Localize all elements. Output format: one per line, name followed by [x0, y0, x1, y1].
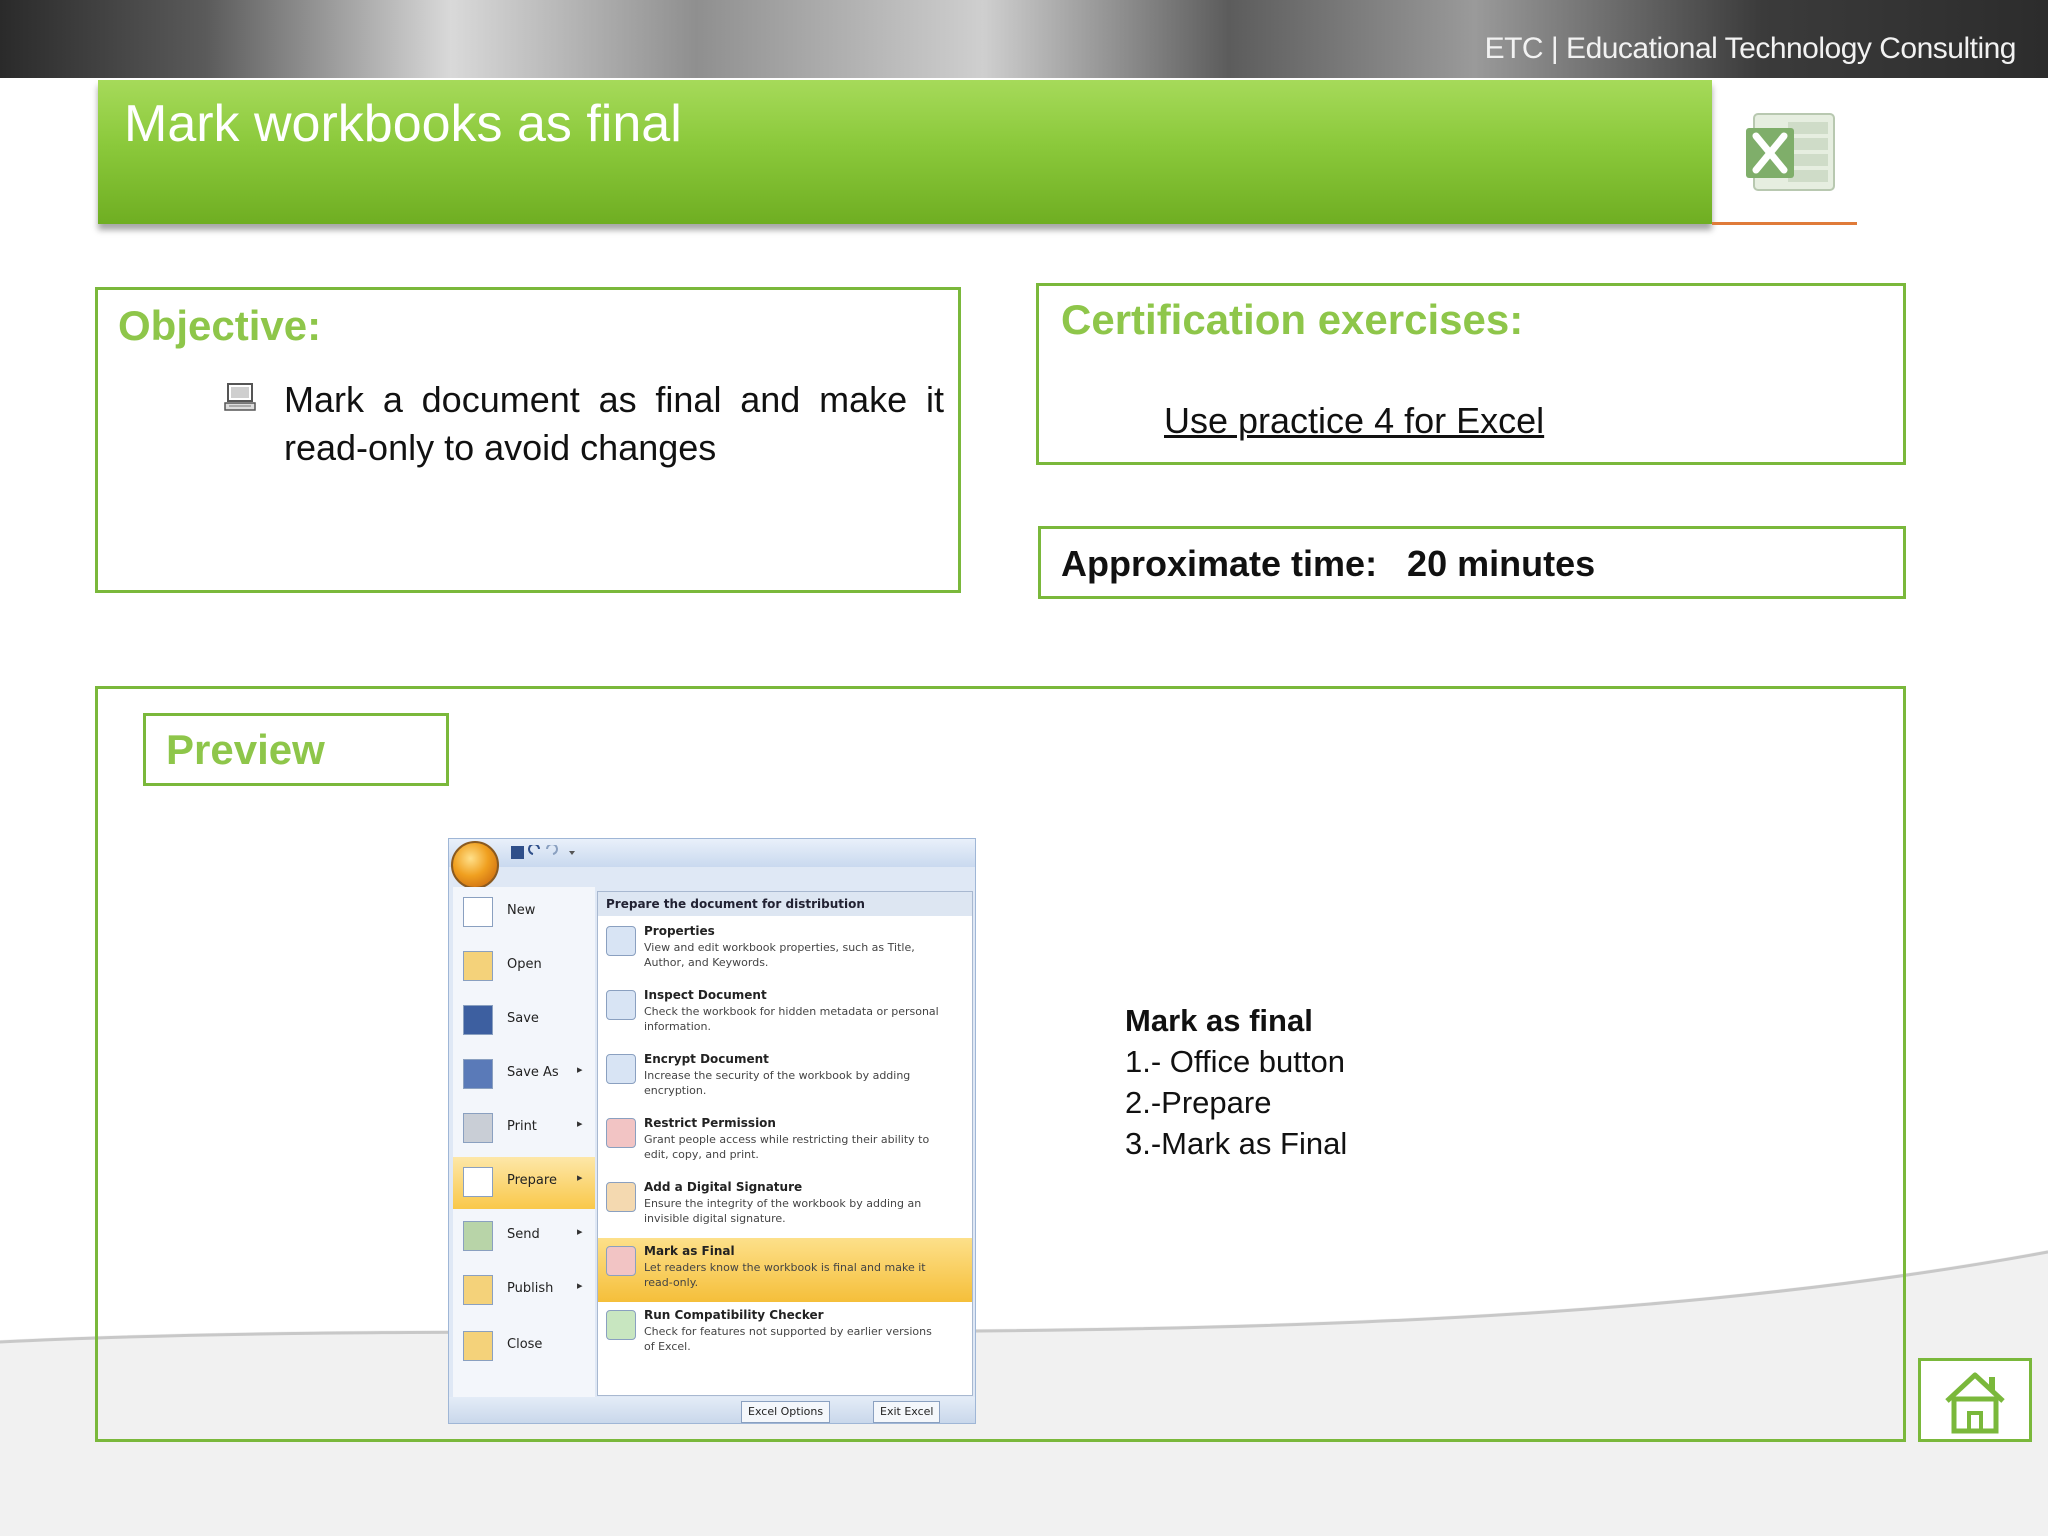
- publish-icon: [463, 1275, 493, 1305]
- steps-list: Mark as final 1.- Office button 2.-Prepa…: [1125, 1000, 1347, 1164]
- new-icon: [463, 897, 493, 927]
- menu-item-publish[interactable]: Publish ▸: [453, 1265, 595, 1317]
- submenu-item-title: Encrypt Document: [644, 1052, 769, 1066]
- submenu-item-title: Mark as Final: [644, 1244, 735, 1258]
- restrict-icon: [606, 1118, 636, 1148]
- menu-item-save-as[interactable]: Save As ▸: [453, 1049, 595, 1101]
- compatibility-icon: [606, 1310, 636, 1340]
- menu-label: Send: [507, 1227, 540, 1242]
- submenu-item-restrict[interactable]: Restrict Permission Grant people access …: [598, 1110, 972, 1174]
- office-button[interactable]: [451, 841, 499, 889]
- submenu-item-title: Run Compatibility Checker: [644, 1308, 824, 1322]
- menu-item-open[interactable]: Open: [453, 941, 595, 993]
- time-panel: Approximate time: 20 minutes: [1038, 526, 1906, 599]
- submenu-item-encrypt[interactable]: Encrypt Document Increase the security o…: [598, 1046, 972, 1110]
- inspect-icon: [606, 990, 636, 1020]
- submenu-item-desc: Check for features not supported by earl…: [644, 1325, 932, 1353]
- approximate-time: Approximate time: 20 minutes: [1061, 543, 1596, 584]
- submenu-item-desc: Grant people access while restricting th…: [644, 1133, 930, 1161]
- quick-access-toolbar: [449, 839, 975, 867]
- certification-panel: Certification exercises: Use practice 4 …: [1036, 283, 1906, 465]
- close-icon: [463, 1331, 493, 1361]
- title-banner: Mark workbooks as final: [98, 80, 1712, 224]
- submenu-item-desc: View and edit workbook properties, such …: [644, 941, 915, 969]
- menu-item-new[interactable]: New: [453, 887, 595, 939]
- menu-item-send[interactable]: Send ▸: [453, 1211, 595, 1263]
- signature-icon: [606, 1182, 636, 1212]
- submenu-arrow: ▸: [577, 1225, 583, 1238]
- open-icon: [463, 951, 493, 981]
- preview-heading: Preview: [166, 726, 325, 773]
- excel-options-button[interactable]: Excel Options: [741, 1401, 831, 1423]
- submenu-item-desc: Ensure the integrity of the workbook by …: [644, 1197, 922, 1225]
- menu-item-prepare[interactable]: Prepare ▸: [453, 1157, 595, 1209]
- submenu-arrow: ▸: [577, 1117, 583, 1130]
- step-item: 3.-Mark as Final: [1125, 1126, 1348, 1161]
- accent-line: [1712, 222, 1857, 225]
- submenu-item-desc: Let readers know the workbook is final a…: [644, 1261, 926, 1289]
- send-icon: [463, 1221, 493, 1251]
- objective-heading: Objective:: [118, 302, 322, 349]
- submenu-item-mark-as-final[interactable]: Mark as Final Let readers know the workb…: [598, 1238, 972, 1302]
- menu-item-close[interactable]: Close: [453, 1321, 595, 1373]
- encrypt-icon: [606, 1054, 636, 1084]
- office-menu-footer: Excel Options Exit Excel: [449, 1397, 975, 1423]
- menu-label: Open: [507, 957, 542, 972]
- quick-access-icons: [511, 845, 575, 859]
- preview-panel: Preview: [95, 686, 1906, 1442]
- practice-link[interactable]: Use practice 4 for Excel: [1164, 400, 1544, 442]
- home-button[interactable]: [1918, 1358, 2032, 1442]
- preview-heading-box: Preview: [143, 713, 449, 786]
- home-icon: [1945, 1372, 2005, 1434]
- page-title: Mark workbooks as final: [124, 95, 682, 153]
- submenu-arrow: ▸: [577, 1279, 583, 1292]
- submenu-item-title: Inspect Document: [644, 988, 767, 1002]
- excel-logo-icon: [1746, 113, 1835, 191]
- menu-label: Print: [507, 1119, 537, 1134]
- prepare-submenu: Prepare the document for distribution Pr…: [597, 891, 973, 1396]
- submenu-arrow: ▸: [577, 1063, 583, 1076]
- submenu-item-title: Properties: [644, 924, 715, 938]
- exit-excel-button[interactable]: Exit Excel: [873, 1401, 941, 1423]
- submenu-item-title: Add a Digital Signature: [644, 1180, 803, 1194]
- menu-label: Publish: [507, 1281, 554, 1296]
- menu-item-print[interactable]: Print ▸: [453, 1103, 595, 1155]
- save-icon: [463, 1005, 493, 1035]
- submenu-item-compatibility[interactable]: Run Compatibility Checker Check for feat…: [598, 1302, 972, 1366]
- computer-icon: [224, 383, 256, 411]
- mark-as-final-icon: [606, 1246, 636, 1276]
- objective-text: Mark a document as final and make it rea…: [284, 379, 944, 468]
- submenu-item-signature[interactable]: Add a Digital Signature Ensure the integ…: [598, 1174, 972, 1238]
- menu-item-save[interactable]: Save: [453, 995, 595, 1047]
- step-item: 1.- Office button: [1125, 1044, 1345, 1079]
- menu-label: Save As: [507, 1065, 559, 1080]
- certification-heading: Certification exercises:: [1061, 296, 1524, 343]
- steps-title: Mark as final: [1125, 1003, 1313, 1038]
- submenu-header: Prepare the document for distribution: [598, 892, 972, 916]
- prepare-icon: [463, 1167, 493, 1197]
- submenu-item-properties[interactable]: Properties View and edit workbook proper…: [598, 918, 972, 982]
- submenu-item-desc: Check the workbook for hidden metadata o…: [644, 1005, 939, 1033]
- top-header-bar: ETC | Educational Technology Consulting: [0, 0, 2048, 78]
- office-menu-left: New Open Save Save As ▸ Print ▸ Prepare …: [453, 887, 595, 1397]
- submenu-arrow: ▸: [577, 1171, 583, 1184]
- org-text: ETC | Educational Technology Consulting: [1484, 32, 2017, 65]
- menu-label: Save: [507, 1011, 539, 1026]
- menu-label: New: [507, 903, 536, 918]
- submenu-item-title: Restrict Permission: [644, 1116, 776, 1130]
- objective-panel: Objective: Mark a document as final and …: [95, 287, 961, 593]
- submenu-item-inspect[interactable]: Inspect Document Check the workbook for …: [598, 982, 972, 1046]
- menu-label: Prepare: [507, 1173, 557, 1188]
- office-menu-screenshot: New Open Save Save As ▸ Print ▸ Prepare …: [448, 838, 976, 1424]
- menu-label: Close: [507, 1337, 543, 1352]
- print-icon: [463, 1113, 493, 1143]
- properties-icon: [606, 926, 636, 956]
- step-item: 2.-Prepare: [1125, 1085, 1272, 1120]
- submenu-item-desc: Increase the security of the workbook by…: [644, 1069, 911, 1097]
- save-as-icon: [463, 1059, 493, 1089]
